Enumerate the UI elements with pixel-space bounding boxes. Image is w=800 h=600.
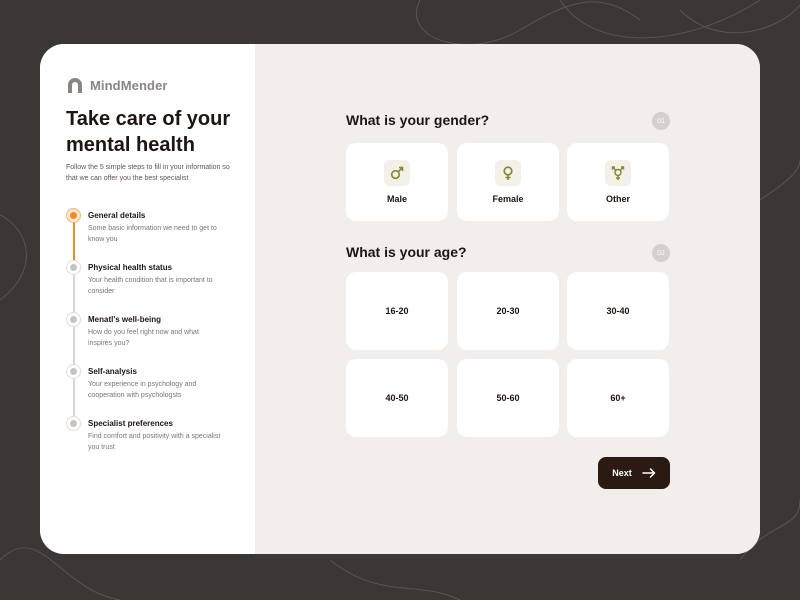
step-indicator	[66, 260, 81, 275]
step-connector	[73, 274, 75, 316]
form-panel: What is your gender? 01 Male Female Othe…	[255, 44, 760, 554]
option-label: 50-60	[496, 393, 520, 403]
step-title: Self-analysis	[88, 367, 137, 376]
next-button-label: Next	[612, 468, 632, 478]
gender-question: What is your gender?	[346, 112, 490, 128]
step-self-analysis[interactable]: Self-analysis Your experience in psychol…	[66, 364, 246, 420]
option-label: 40-50	[385, 393, 409, 403]
page-title: Take care of your mental health	[66, 108, 231, 156]
gender-option-male[interactable]: Male	[346, 143, 448, 221]
arrow-right-icon	[642, 468, 655, 478]
step-title: General details	[88, 211, 146, 220]
step-connector	[73, 378, 75, 420]
onboarding-card: MindMender Take care of your mental heal…	[40, 44, 760, 554]
option-label: Male	[386, 194, 407, 204]
section-number-badge: 02	[652, 244, 670, 262]
step-well-being[interactable]: Menatl's well-being How do you feel righ…	[66, 312, 246, 368]
step-description: Your health condition that is important …	[88, 277, 213, 295]
page-subtitle: Follow the 5 simple steps to fill in you…	[66, 164, 230, 182]
arch-logo-icon	[68, 78, 82, 93]
age-option[interactable]: 16-20	[346, 272, 448, 350]
option-label: 20-30	[496, 306, 520, 316]
step-indicator-active	[66, 208, 81, 223]
option-label: 16-20	[385, 306, 409, 316]
gender-option-other[interactable]: Other	[567, 143, 669, 221]
age-question: What is your age?	[346, 244, 467, 260]
step-title: Specialist preferences	[88, 419, 173, 428]
option-label: 60+	[610, 393, 626, 403]
next-button[interactable]: Next	[598, 457, 670, 489]
step-description: Your experience in psychology and cooper…	[88, 381, 197, 399]
step-general-details[interactable]: General details Some basic information w…	[66, 208, 246, 264]
step-description: Find comfort and positivity with a speci…	[88, 433, 221, 451]
brand-logo[interactable]: MindMender	[66, 76, 168, 94]
step-indicator	[66, 416, 81, 431]
step-indicator	[66, 364, 81, 379]
step-connector	[73, 222, 75, 264]
transgender-icon	[605, 160, 631, 186]
age-option[interactable]: 60+	[567, 359, 669, 437]
age-option[interactable]: 30-40	[567, 272, 669, 350]
step-title: Physical health status	[88, 263, 173, 272]
step-indicator	[66, 312, 81, 327]
step-connector	[73, 326, 75, 368]
age-option[interactable]: 40-50	[346, 359, 448, 437]
step-description: How do you feel right now and what inspi…	[88, 329, 199, 347]
male-icon	[384, 160, 410, 186]
option-label: Other	[605, 194, 630, 204]
steps-sidebar: MindMender Take care of your mental heal…	[40, 44, 255, 554]
age-option[interactable]: 20-30	[457, 272, 559, 350]
section-number-badge: 01	[652, 112, 670, 130]
brand-name: MindMender	[90, 77, 168, 93]
female-icon	[495, 160, 521, 186]
step-description: Some basic information we need to get to…	[88, 225, 217, 243]
step-specialist-preferences[interactable]: Specialist preferences Find comfort and …	[66, 416, 246, 468]
step-list: General details Some basic information w…	[66, 208, 246, 468]
gender-option-female[interactable]: Female	[457, 143, 559, 221]
option-label: Female	[492, 194, 524, 204]
age-option[interactable]: 50-60	[457, 359, 559, 437]
option-label: 30-40	[606, 306, 630, 316]
step-title: Menatl's well-being	[88, 315, 162, 324]
step-physical-health[interactable]: Physical health status Your health condi…	[66, 260, 246, 316]
